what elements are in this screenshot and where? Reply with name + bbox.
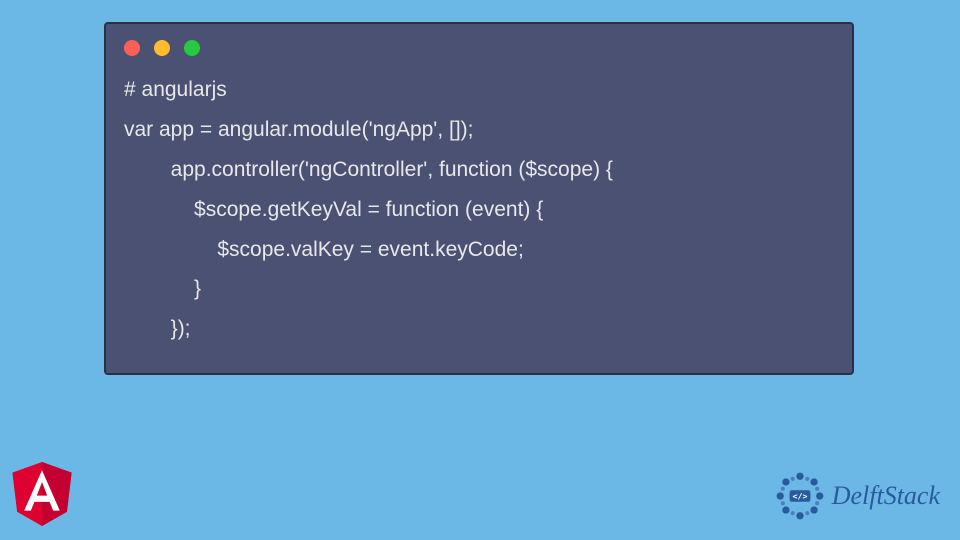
close-icon	[124, 40, 140, 56]
code-line-5: $scope.valKey = event.keyCode;	[124, 238, 524, 261]
code-window: # angularjs var app = angular.module('ng…	[104, 22, 854, 375]
delftstack-text: DelftStack	[832, 481, 940, 511]
code-line-7: });	[124, 317, 191, 340]
code-line-2: var app = angular.module('ngApp', []);	[124, 118, 473, 141]
minimize-icon	[154, 40, 170, 56]
delftstack-logo: </> DelftStack	[774, 470, 940, 522]
code-line-3: app.controller('ngController', function …	[124, 158, 613, 181]
delftstack-emblem-icon: </>	[774, 470, 826, 522]
angular-logo-icon	[12, 462, 72, 526]
code-line-1: # angularjs	[124, 78, 227, 101]
maximize-icon	[184, 40, 200, 56]
code-line-6: }	[124, 277, 201, 300]
window-controls	[106, 24, 852, 66]
svg-text:</>: </>	[792, 491, 807, 501]
code-content: # angularjs var app = angular.module('ng…	[106, 66, 852, 357]
code-line-4: $scope.getKeyVal = function (event) {	[124, 198, 543, 221]
